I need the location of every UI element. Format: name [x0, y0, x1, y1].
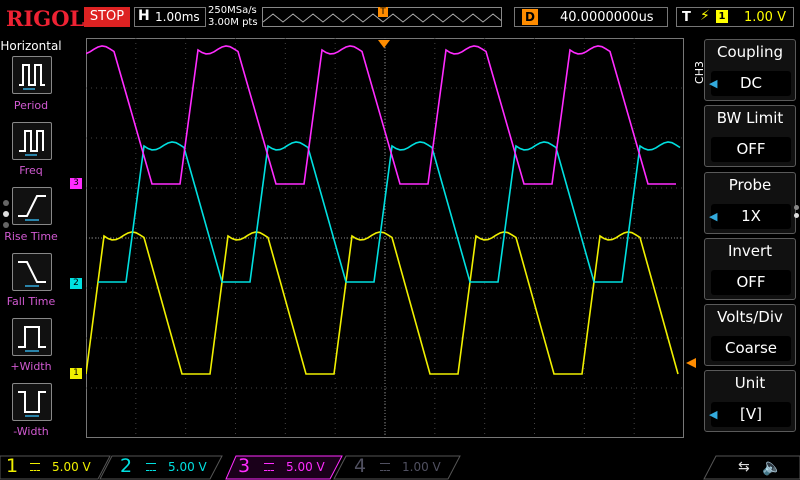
- dc-coupling-icon: [146, 463, 156, 471]
- sample-rate: 250MSa/s: [208, 5, 257, 16]
- waveform-display[interactable]: [81, 38, 684, 438]
- fall-time-icon: [18, 261, 46, 287]
- ch2-number[interactable]: 2: [120, 455, 132, 477]
- unit-value: [V]: [711, 402, 791, 427]
- positive-width-button[interactable]: [12, 318, 52, 356]
- menu-page-dot: [3, 222, 9, 228]
- fall-time-button[interactable]: [12, 253, 52, 291]
- menu-page-dot-active: [794, 213, 799, 218]
- ch1-ground-marker[interactable]: 1: [70, 368, 82, 379]
- ch3-number[interactable]: 3: [238, 455, 250, 477]
- rising-edge-icon: ⚡: [700, 8, 710, 24]
- speaker-mute-icon[interactable]: 🔈: [762, 457, 782, 476]
- volts-div-title: Volts/Div: [717, 308, 783, 326]
- negative-width-icon: [18, 391, 46, 417]
- probe-value: 1X: [711, 204, 791, 229]
- ch3-scale: 5.00 V: [286, 460, 325, 474]
- rise-time-icon: [18, 195, 46, 221]
- ch2-scale: 5.00 V: [168, 460, 207, 474]
- volts-div-button[interactable]: Volts/Div Coarse: [704, 304, 796, 366]
- dc-coupling-icon: [264, 463, 274, 471]
- timebase-label: H: [138, 8, 150, 24]
- waveform-grid: [81, 38, 684, 438]
- unit-button[interactable]: Unit [V] ◀: [704, 370, 796, 432]
- bw-limit-button[interactable]: BW Limit OFF: [704, 105, 796, 167]
- trigger-time-marker[interactable]: [378, 40, 390, 48]
- timebase-value: 1.00ms: [155, 10, 200, 24]
- menu-page-dot: [3, 200, 9, 206]
- coupling-button[interactable]: Coupling DC ◀: [704, 39, 796, 101]
- trigger-position-marker-top[interactable]: T: [378, 7, 388, 17]
- rise-time-button[interactable]: [12, 187, 52, 225]
- dc-coupling-icon: [380, 463, 390, 471]
- invert-button[interactable]: Invert OFF: [704, 238, 796, 300]
- ch2-ground-marker[interactable]: 2: [70, 278, 82, 289]
- coupling-value: DC: [711, 71, 791, 96]
- menu-page-dot-active: [3, 211, 9, 217]
- left-menu-title: Horizontal: [0, 39, 62, 53]
- probe-button[interactable]: Probe 1X ◀: [704, 172, 796, 234]
- ch3-ground-marker[interactable]: 3: [70, 178, 82, 189]
- ch3-waveform: [81, 45, 676, 185]
- run-stop-button[interactable]: STOP: [84, 7, 130, 27]
- ch1-number[interactable]: 1: [6, 455, 18, 477]
- delay-value: 40.0000000us: [560, 10, 654, 25]
- positive-width-label: +Width: [10, 360, 52, 373]
- left-arrow-icon: ◀: [709, 408, 718, 421]
- unit-title: Unit: [734, 374, 766, 392]
- positive-width-icon: [18, 326, 46, 352]
- fall-time-label: Fall Time: [6, 295, 56, 308]
- coupling-title: Coupling: [716, 43, 784, 61]
- bw-limit-value: OFF: [711, 137, 791, 162]
- freq-label: Freq: [19, 164, 43, 177]
- brand-logo: RIGOL: [6, 6, 85, 31]
- ch4-number[interactable]: 4: [354, 455, 366, 477]
- left-arrow-icon: ◀: [709, 210, 718, 223]
- invert-title: Invert: [727, 242, 773, 260]
- ch1-scale: 5.00 V: [52, 460, 91, 474]
- frequency-icon: [19, 130, 44, 156]
- dc-coupling-icon: [30, 463, 40, 471]
- rise-time-label: Rise Time: [4, 230, 58, 243]
- ch4-scale: 1.00 V: [402, 460, 441, 474]
- menu-page-dot: [794, 205, 799, 210]
- trigger-source: 1: [716, 10, 728, 23]
- trigger-level: 1.00 V: [744, 10, 786, 25]
- delay-label: D: [522, 9, 538, 25]
- trigger-label: T: [682, 10, 691, 25]
- probe-title: Probe: [728, 176, 772, 194]
- period-label: Period: [13, 99, 49, 112]
- negative-width-button[interactable]: [12, 383, 52, 421]
- invert-value: OFF: [711, 270, 791, 295]
- memory-depth: 3.00M pts: [208, 17, 258, 28]
- period-icon: [19, 64, 45, 90]
- trigger-level-marker[interactable]: [686, 358, 696, 368]
- usb-icon: ⇆: [738, 459, 750, 475]
- left-arrow-icon: ◀: [709, 77, 718, 90]
- period-button[interactable]: [12, 56, 52, 94]
- negative-width-label: -Width: [13, 425, 49, 438]
- ch1-waveform: [85, 231, 679, 375]
- bw-limit-title: BW Limit: [716, 109, 784, 127]
- volts-div-value: Coarse: [711, 336, 791, 361]
- freq-button[interactable]: [12, 122, 52, 160]
